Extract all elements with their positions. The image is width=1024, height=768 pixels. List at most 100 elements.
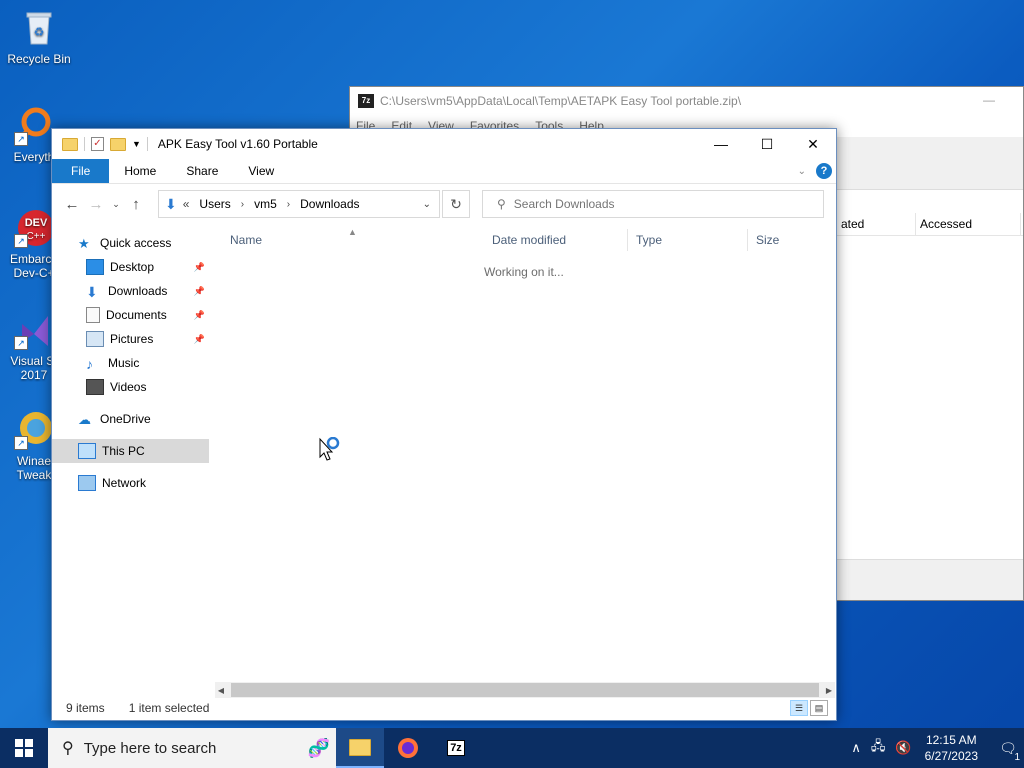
chevron-right-icon[interactable]: › — [241, 199, 244, 210]
pin-icon: 📌 — [193, 309, 205, 320]
search-box[interactable]: ⚲ — [482, 190, 824, 218]
search-icon: ⚲ — [497, 197, 506, 211]
file-list[interactable]: ▲ Name Date modified Type Size Working o… — [222, 227, 837, 679]
tab-file[interactable]: File — [52, 159, 110, 183]
nav-this-pc[interactable]: This PC — [52, 439, 209, 463]
column-date-modified[interactable]: Date modified — [484, 229, 628, 251]
nav-quick-access[interactable]: ★ Quick access — [52, 231, 209, 255]
winaero-icon: ↗ — [14, 410, 54, 450]
expand-ribbon-icon[interactable]: ⌄ — [798, 166, 806, 177]
forward-button[interactable]: → — [84, 196, 108, 213]
refresh-button[interactable]: ↻ — [442, 190, 470, 218]
nav-onedrive[interactable]: ☁ OneDrive — [52, 407, 209, 431]
minimize-button[interactable]: — — [698, 129, 744, 159]
shortcut-arrow-icon: ↗ — [14, 436, 28, 450]
desktop-icon-recycle-bin[interactable]: ♻ Recycle Bin — [1, 8, 77, 66]
nav-documents[interactable]: Documents 📌 — [52, 303, 209, 327]
start-button[interactable] — [0, 728, 48, 768]
volume-muted-icon[interactable]: 🔇 — [895, 740, 911, 756]
busy-cursor-icon — [318, 436, 344, 466]
clock-date: 6/27/2023 — [924, 749, 978, 763]
clock[interactable]: 12:15 AM 6/27/2023 — [925, 732, 978, 764]
svg-text:♻: ♻ — [34, 25, 45, 39]
nav-network[interactable]: Network — [52, 471, 209, 495]
computer-icon — [78, 443, 96, 459]
chevron-right-icon[interactable]: › — [287, 199, 290, 210]
scrollbar-thumb[interactable] — [231, 683, 819, 697]
svg-text:DEV: DEV — [25, 217, 48, 229]
tab-home[interactable]: Home — [109, 159, 171, 183]
nav-label: Quick access — [100, 236, 172, 250]
tab-share[interactable]: Share — [171, 159, 233, 183]
help-icon[interactable]: ? — [816, 163, 832, 179]
star-icon: ★ — [78, 236, 90, 251]
breadcrumb-overflow[interactable]: « — [183, 197, 190, 211]
chevron-down-icon[interactable]: ⌄ — [423, 199, 431, 210]
nav-music[interactable]: ♪ Music — [52, 351, 209, 375]
sevenzip-title: C:\Users\vm5\AppData\Local\Temp\AETAPK E… — [380, 94, 742, 108]
column-type[interactable]: Type — [628, 229, 748, 251]
minimize-icon[interactable]: — — [983, 93, 995, 107]
scroll-left-icon[interactable]: ◀ — [215, 686, 227, 695]
nav-label: Network — [102, 476, 147, 490]
explorer-window[interactable]: ✓ ▼ APK Easy Tool v1.60 Portable — ☐ ✕ F… — [51, 128, 837, 721]
ribbon-right: ⌄ ? — [798, 159, 836, 183]
separator — [84, 137, 85, 151]
network-icon — [78, 475, 96, 491]
taskbar-search[interactable]: ⚲ Type here to search 🧬 — [48, 728, 336, 768]
column-created[interactable]: ated — [837, 213, 916, 235]
up-button[interactable]: ↑ — [124, 196, 148, 213]
search-icon: ⚲ — [62, 740, 74, 757]
column-headers: ▲ Name Date modified Type Size — [222, 227, 837, 251]
large-icons-view-icon[interactable]: ▤ — [810, 700, 828, 716]
new-folder-icon[interactable] — [110, 137, 126, 151]
maximize-button[interactable]: ☐ — [744, 129, 790, 159]
status-bar: 9 items 1 item selected ☰ ▤ — [52, 696, 836, 720]
sevenzip-icon: 7z — [447, 740, 465, 756]
shortcut-arrow-icon: ↗ — [14, 336, 28, 350]
nav-label: OneDrive — [100, 412, 151, 426]
pin-icon: 📌 — [193, 285, 205, 296]
downloads-icon: ⬇ — [165, 195, 177, 212]
recent-locations-button[interactable]: ⌄ — [108, 199, 124, 210]
chevron-down-icon[interactable]: ▼ — [132, 139, 141, 149]
nav-label: Downloads — [108, 284, 168, 298]
back-button[interactable]: ← — [60, 196, 84, 213]
close-button[interactable]: ✕ — [790, 129, 836, 159]
taskbar-firefox[interactable] — [384, 728, 432, 768]
search-input[interactable] — [511, 196, 823, 212]
shortcut-arrow-icon: ↗ — [14, 234, 28, 248]
breadcrumb-users[interactable]: Users — [199, 197, 230, 211]
scroll-right-icon[interactable]: ▶ — [823, 686, 835, 695]
breadcrumb-vm5[interactable]: vm5 — [254, 197, 277, 211]
shortcut-arrow-icon: ↗ — [14, 132, 28, 146]
sevenzip-titlebar: 7z C:\Users\vm5\AppData\Local\Temp\AETAP… — [350, 87, 1023, 115]
nav-desktop[interactable]: Desktop 📌 — [52, 255, 209, 279]
sevenzip-statusbar — [837, 559, 1023, 600]
nav-downloads[interactable]: ⬇ Downloads 📌 — [52, 279, 209, 303]
taskbar-file-explorer[interactable] — [336, 728, 384, 768]
nav-videos[interactable]: Videos — [52, 375, 209, 399]
navigation-bar: ← → ⌄ ↑ ⬇ « Users › vm5 › Downloads ⌄ ↻ … — [52, 184, 836, 224]
tab-view[interactable]: View — [233, 159, 289, 183]
column-size[interactable]: Size — [748, 229, 828, 251]
notification-center-button[interactable]: 🗨 1 — [992, 740, 1024, 763]
taskbar-search-placeholder: Type here to search — [83, 739, 217, 757]
notification-count: 1 — [1014, 751, 1020, 763]
music-icon: ♪ — [86, 356, 93, 372]
breadcrumb-downloads[interactable]: Downloads — [300, 197, 359, 211]
clock-time: 12:15 AM — [925, 733, 977, 747]
ribbon-tabs: File Home Share View ⌄ ? — [52, 159, 836, 184]
address-bar[interactable]: ⬇ « Users › vm5 › Downloads ⌄ — [158, 190, 440, 218]
nav-label: This PC — [102, 444, 145, 458]
folder-icon — [62, 137, 78, 151]
chevron-up-icon[interactable]: ∧ — [851, 740, 861, 756]
taskbar-7zip[interactable]: 7z — [432, 728, 480, 768]
properties-icon[interactable]: ✓ — [91, 137, 104, 151]
details-view-icon[interactable]: ☰ — [790, 700, 808, 716]
network-icon[interactable]: 🖧 — [871, 737, 886, 759]
nav-pictures[interactable]: Pictures 📌 — [52, 327, 209, 351]
column-accessed[interactable]: Accessed — [916, 213, 1021, 235]
sevenzip-column-header: ated Accessed — [837, 213, 1023, 236]
